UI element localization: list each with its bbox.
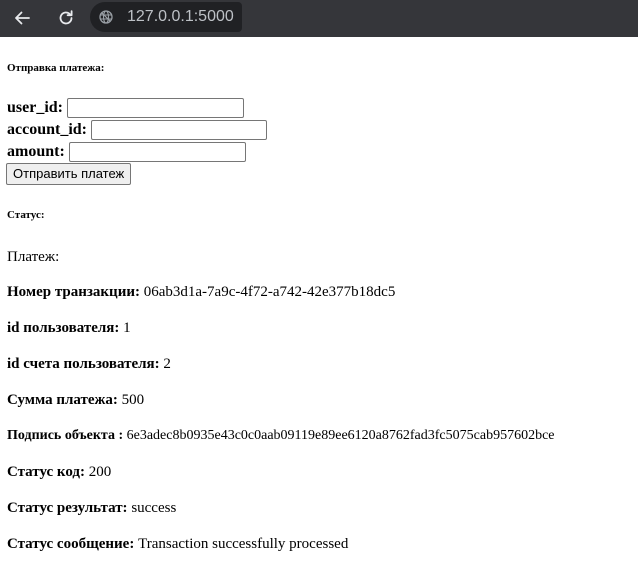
status-value: success bbox=[131, 500, 177, 516]
globe-icon[interactable] bbox=[99, 10, 113, 24]
status-row-user-id: id пользователя: 1 bbox=[7, 319, 131, 337]
amount-row: amount: bbox=[7, 141, 246, 163]
arrow-left-icon bbox=[15, 11, 30, 25]
address-bar[interactable]: 127.0.0.1:5000 bbox=[90, 2, 242, 32]
form-title: Отправка платежа: bbox=[7, 62, 105, 74]
url-text[interactable]: 127.0.0.1:5000 bbox=[127, 7, 234, 27]
status-label: Статус код: bbox=[7, 464, 86, 480]
reload-button[interactable] bbox=[53, 6, 79, 30]
status-value: 1 bbox=[123, 320, 131, 336]
status-value: 6e3adec8b0935e43c0c0aab09119e89ee6120a87… bbox=[126, 428, 555, 443]
status-row-transaction-id: Номер транзакции: 06ab3d1a-7a9c-4f72-a74… bbox=[7, 283, 395, 301]
status-row-message: Статус сообщение: Transaction successful… bbox=[7, 535, 348, 553]
status-label: Номер транзакции: bbox=[7, 284, 140, 300]
status-label: Статус сообщение: bbox=[7, 536, 135, 552]
status-label: id счета пользователя: bbox=[7, 356, 160, 372]
status-label: Подпись объекта : bbox=[7, 428, 124, 443]
status-row-code: Статус код: 200 bbox=[7, 463, 111, 481]
user-id-row: user_id: bbox=[7, 97, 244, 119]
status-value: 2 bbox=[163, 356, 171, 372]
user-id-label: user_id: bbox=[7, 99, 63, 116]
account-id-row: account_id: bbox=[7, 119, 267, 141]
reload-icon bbox=[59, 10, 73, 25]
browser-toolbar: 127.0.0.1:5000 bbox=[0, 0, 638, 37]
status-label: Статус результат: bbox=[7, 500, 128, 516]
account-id-label: account_id: bbox=[7, 121, 87, 138]
status-value: 500 bbox=[121, 392, 145, 408]
status-row-account-id: id счета пользователя: 2 bbox=[7, 355, 171, 373]
status-value: Transaction successfully processed bbox=[138, 536, 349, 552]
amount-label: amount: bbox=[7, 143, 65, 160]
status-label: Сумма платежа: bbox=[7, 392, 118, 408]
account-id-input[interactable] bbox=[91, 120, 267, 140]
user-id-input[interactable] bbox=[67, 98, 244, 118]
status-label: id пользователя: bbox=[7, 320, 120, 336]
status-row-result: Статус результат: success bbox=[7, 499, 176, 517]
back-button[interactable] bbox=[9, 6, 35, 30]
status-row-amount: Сумма платежа: 500 bbox=[7, 391, 144, 409]
status-title: Статус: bbox=[7, 209, 45, 221]
status-row-signature: Подпись объекта : 6e3adec8b0935e43c0c0aa… bbox=[7, 427, 555, 445]
page-content: Отправка платежа: user_id: account_id: a… bbox=[0, 37, 638, 565]
status-value: 06ab3d1a-7a9c-4f72-a742-42e377b18dc5 bbox=[143, 284, 396, 300]
status-value: 200 bbox=[88, 464, 112, 480]
amount-input[interactable] bbox=[68, 142, 246, 162]
payment-heading: Платеж: bbox=[7, 249, 60, 265]
submit-payment-button[interactable]: Отправить платеж bbox=[6, 163, 132, 185]
